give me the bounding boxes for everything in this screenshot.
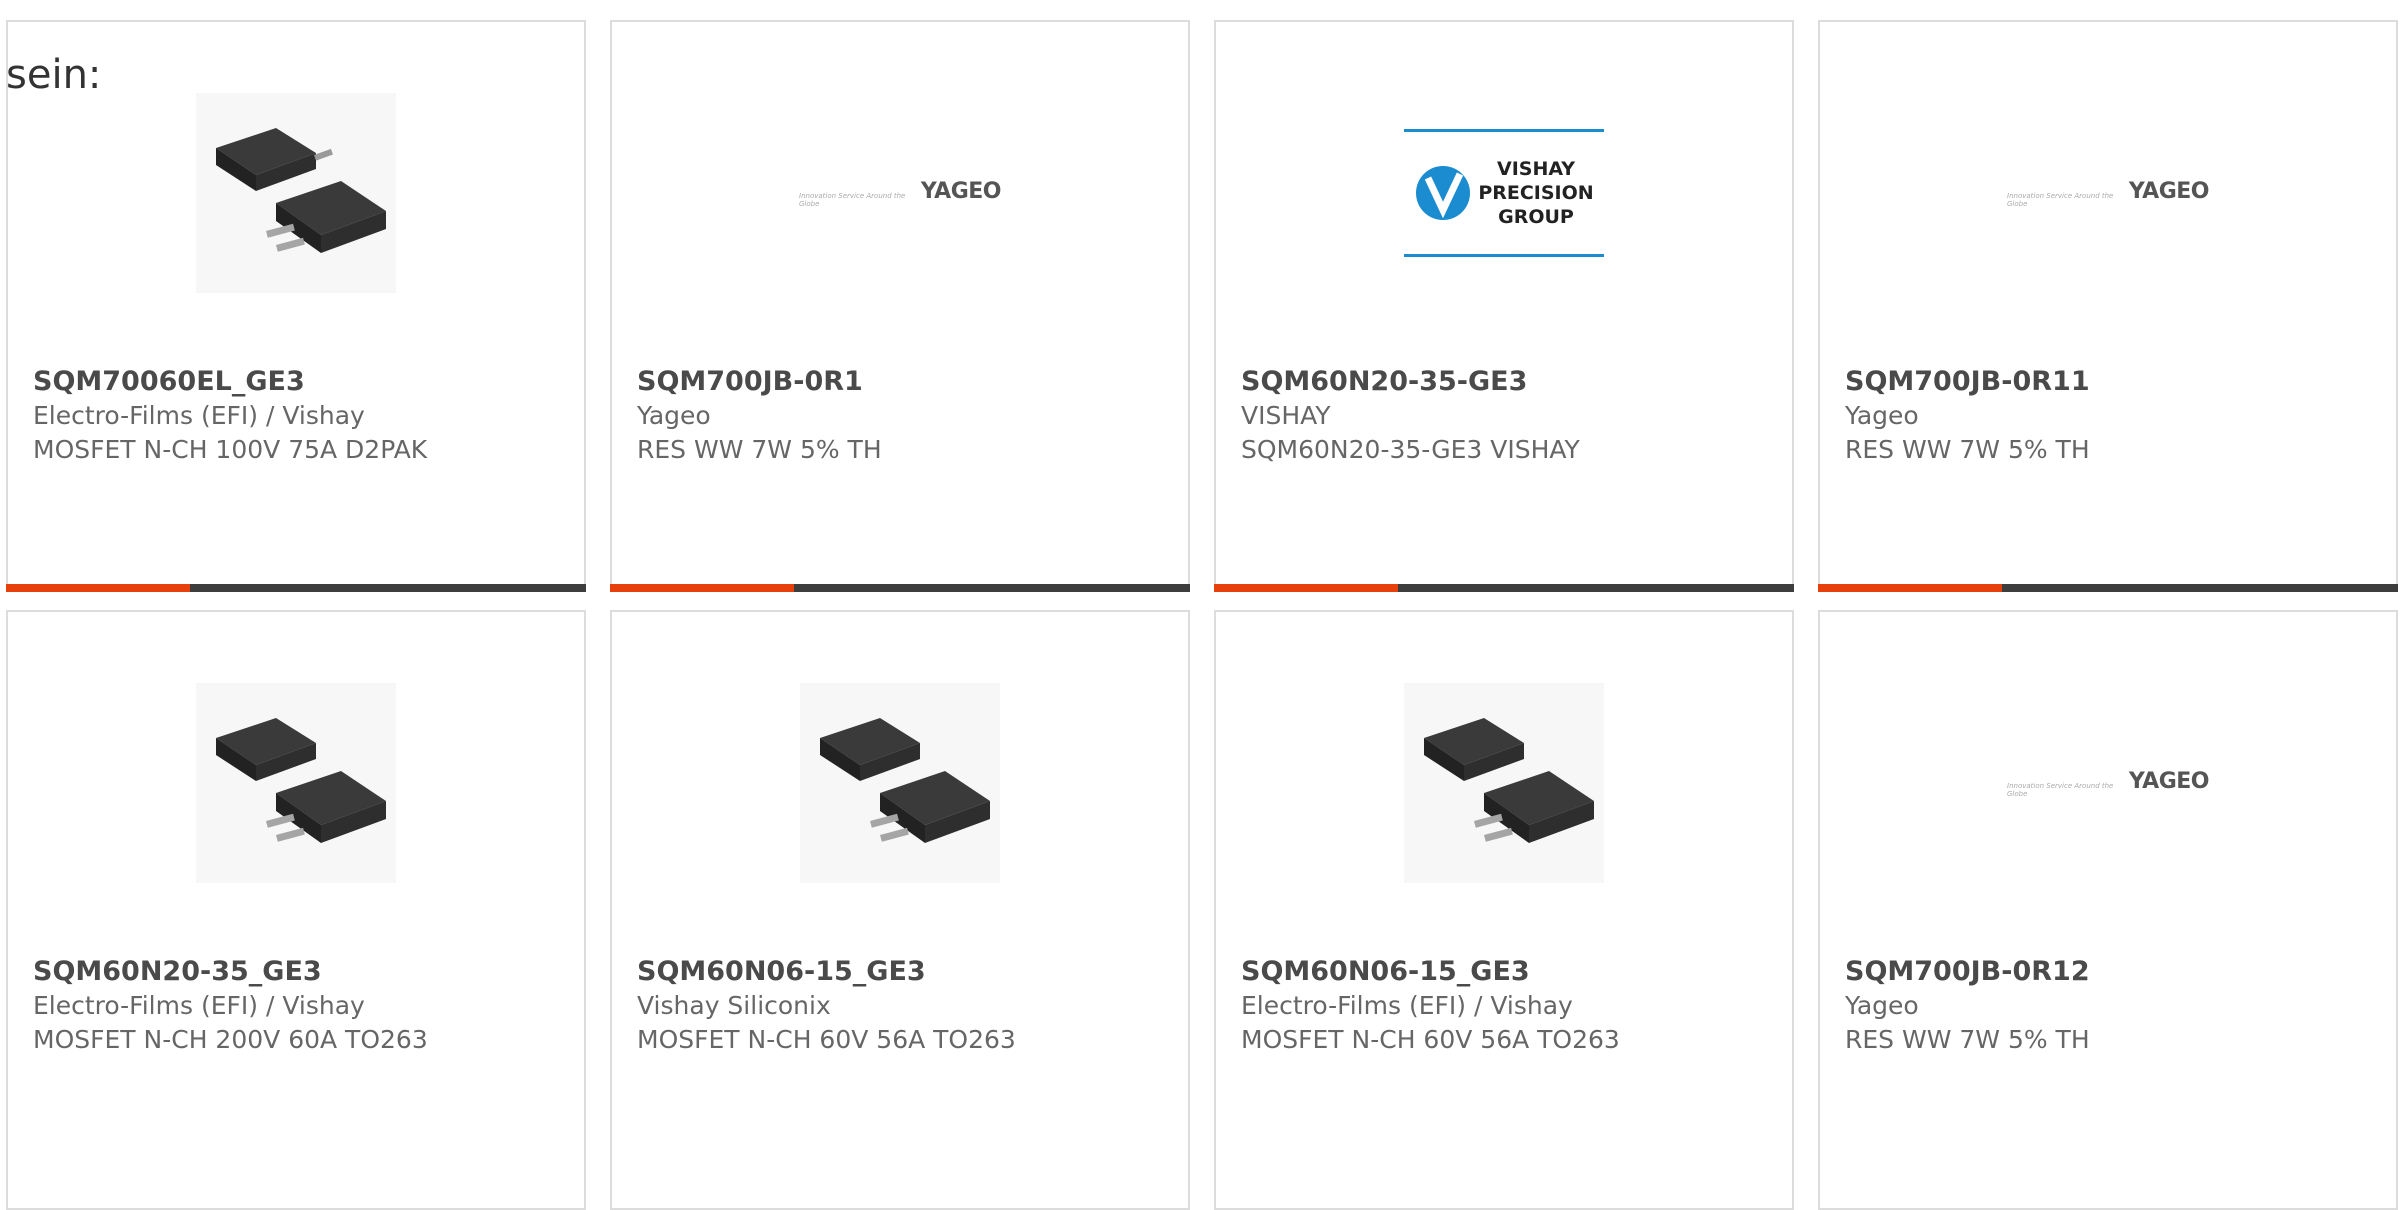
card-bar [610, 584, 1190, 592]
description: RES WW 7W 5% TH [637, 435, 882, 464]
product-card[interactable]: Innovation Service Around the Globe YAGEO… [610, 20, 1190, 592]
mosfet-package-icon [1403, 682, 1605, 884]
description: RES WW 7W 5% TH [1845, 435, 2090, 464]
manufacturer: Electro-Films (EFI) / Vishay [1241, 991, 1573, 1020]
part-number[interactable]: SQM700JB-0R1 [637, 365, 882, 399]
product-card[interactable]: SQM60N20-35_GE3 Electro-Films (EFI) / Vi… [6, 610, 586, 1210]
part-number[interactable]: SQM700JB-0R11 [1845, 365, 2090, 399]
part-number[interactable]: SQM60N20-35-GE3 [1241, 365, 1580, 399]
card-bar-accent [1818, 584, 2002, 592]
product-card[interactable]: VISHAY PRECISION GROUP SQM60N20-35-GE3 V… [1214, 20, 1794, 592]
part-number[interactable]: SQM700JB-0R12 [1845, 955, 2090, 989]
product-card[interactable]: SQM60N06-15_GE3 Electro-Films (EFI) / Vi… [1214, 610, 1794, 1210]
card-bar [1818, 584, 2398, 592]
description: MOSFET N-CH 60V 56A TO263 [1241, 1025, 1620, 1054]
card-bar-accent [610, 584, 794, 592]
yageo-tagline: Innovation Service Around the Globe [2007, 191, 2114, 208]
product-grid: SQM70060EL_GE3 Electro-Films (EFI) / Vis… [0, 0, 2400, 1210]
yageo-word: YAGEO [2128, 178, 2210, 204]
product-info: SQM60N06-15_GE3 Vishay Siliconix MOSFET … [637, 955, 1016, 1057]
product-info: SQM60N20-35-GE3 VISHAY SQM60N20-35-GE3 V… [1241, 365, 1580, 467]
product-card[interactable]: Innovation Service Around the Globe YAGEO… [1818, 610, 2398, 1210]
vpg-line: PRECISION [1478, 182, 1594, 204]
vpg-line: GROUP [1498, 206, 1574, 228]
product-info: SQM700JB-0R1 Yageo RES WW 7W 5% TH [637, 365, 882, 467]
part-number[interactable]: SQM60N20-35_GE3 [33, 955, 428, 989]
manufacturer: Electro-Films (EFI) / Vishay [33, 401, 365, 430]
product-info: SQM700JB-0R12 Yageo RES WW 7W 5% TH [1845, 955, 2090, 1057]
description: MOSFET N-CH 60V 56A TO263 [637, 1025, 1016, 1054]
card-bar [6, 584, 586, 592]
product-info: SQM60N20-35_GE3 Electro-Films (EFI) / Vi… [33, 955, 428, 1057]
manufacturer: Electro-Films (EFI) / Vishay [33, 991, 365, 1020]
part-number[interactable]: SQM60N06-15_GE3 [637, 955, 1016, 989]
vishay-precision-group-logo: VISHAY PRECISION GROUP [1403, 92, 1605, 294]
vpg-symbol-icon [1416, 166, 1471, 220]
product-card[interactable]: Innovation Service Around the Globe YAGEO… [1818, 20, 2398, 592]
description: RES WW 7W 5% TH [1845, 1025, 2090, 1054]
vpg-line: VISHAY [1496, 158, 1575, 180]
yageo-logo: Innovation Service Around the Globe YAGEO [799, 92, 1002, 294]
yageo-logo: Innovation Service Around the Globe YAGEO [2007, 92, 2210, 294]
manufacturer: VISHAY [1241, 401, 1331, 430]
yageo-word: YAGEO [2128, 768, 2210, 794]
product-card[interactable]: SQM60N06-15_GE3 Vishay Siliconix MOSFET … [610, 610, 1190, 1210]
description: MOSFET N-CH 200V 60A TO263 [33, 1025, 428, 1054]
manufacturer: Vishay Siliconix [637, 991, 831, 1020]
manufacturer: Yageo [1845, 401, 1919, 430]
yageo-word: YAGEO [920, 178, 1002, 204]
intro-text: sein: [6, 52, 102, 98]
yageo-logo: Innovation Service Around the Globe YAGEO [2007, 682, 2210, 884]
card-bar [1214, 584, 1794, 592]
yageo-tagline: Innovation Service Around the Globe [2007, 781, 2114, 798]
product-info: SQM60N06-15_GE3 Electro-Films (EFI) / Vi… [1241, 955, 1620, 1057]
part-number[interactable]: SQM70060EL_GE3 [33, 365, 427, 399]
part-number[interactable]: SQM60N06-15_GE3 [1241, 955, 1620, 989]
manufacturer: Yageo [1845, 991, 1919, 1020]
yageo-tagline: Innovation Service Around the Globe [799, 191, 906, 208]
card-bar-accent [6, 584, 190, 592]
description: MOSFET N-CH 100V 75A D2PAK [33, 435, 428, 464]
mosfet-package-icon [195, 682, 397, 884]
mosfet-package-icon [799, 682, 1001, 884]
manufacturer: Yageo [637, 401, 711, 430]
description: SQM60N20-35-GE3 VISHAY [1241, 435, 1580, 464]
product-info: SQM700JB-0R11 Yageo RES WW 7W 5% TH [1845, 365, 2090, 467]
product-card[interactable]: SQM70060EL_GE3 Electro-Films (EFI) / Vis… [6, 20, 586, 592]
card-bar-accent [1214, 584, 1398, 592]
mosfet-package-icon [195, 92, 397, 294]
product-info: SQM70060EL_GE3 Electro-Films (EFI) / Vis… [33, 365, 427, 467]
